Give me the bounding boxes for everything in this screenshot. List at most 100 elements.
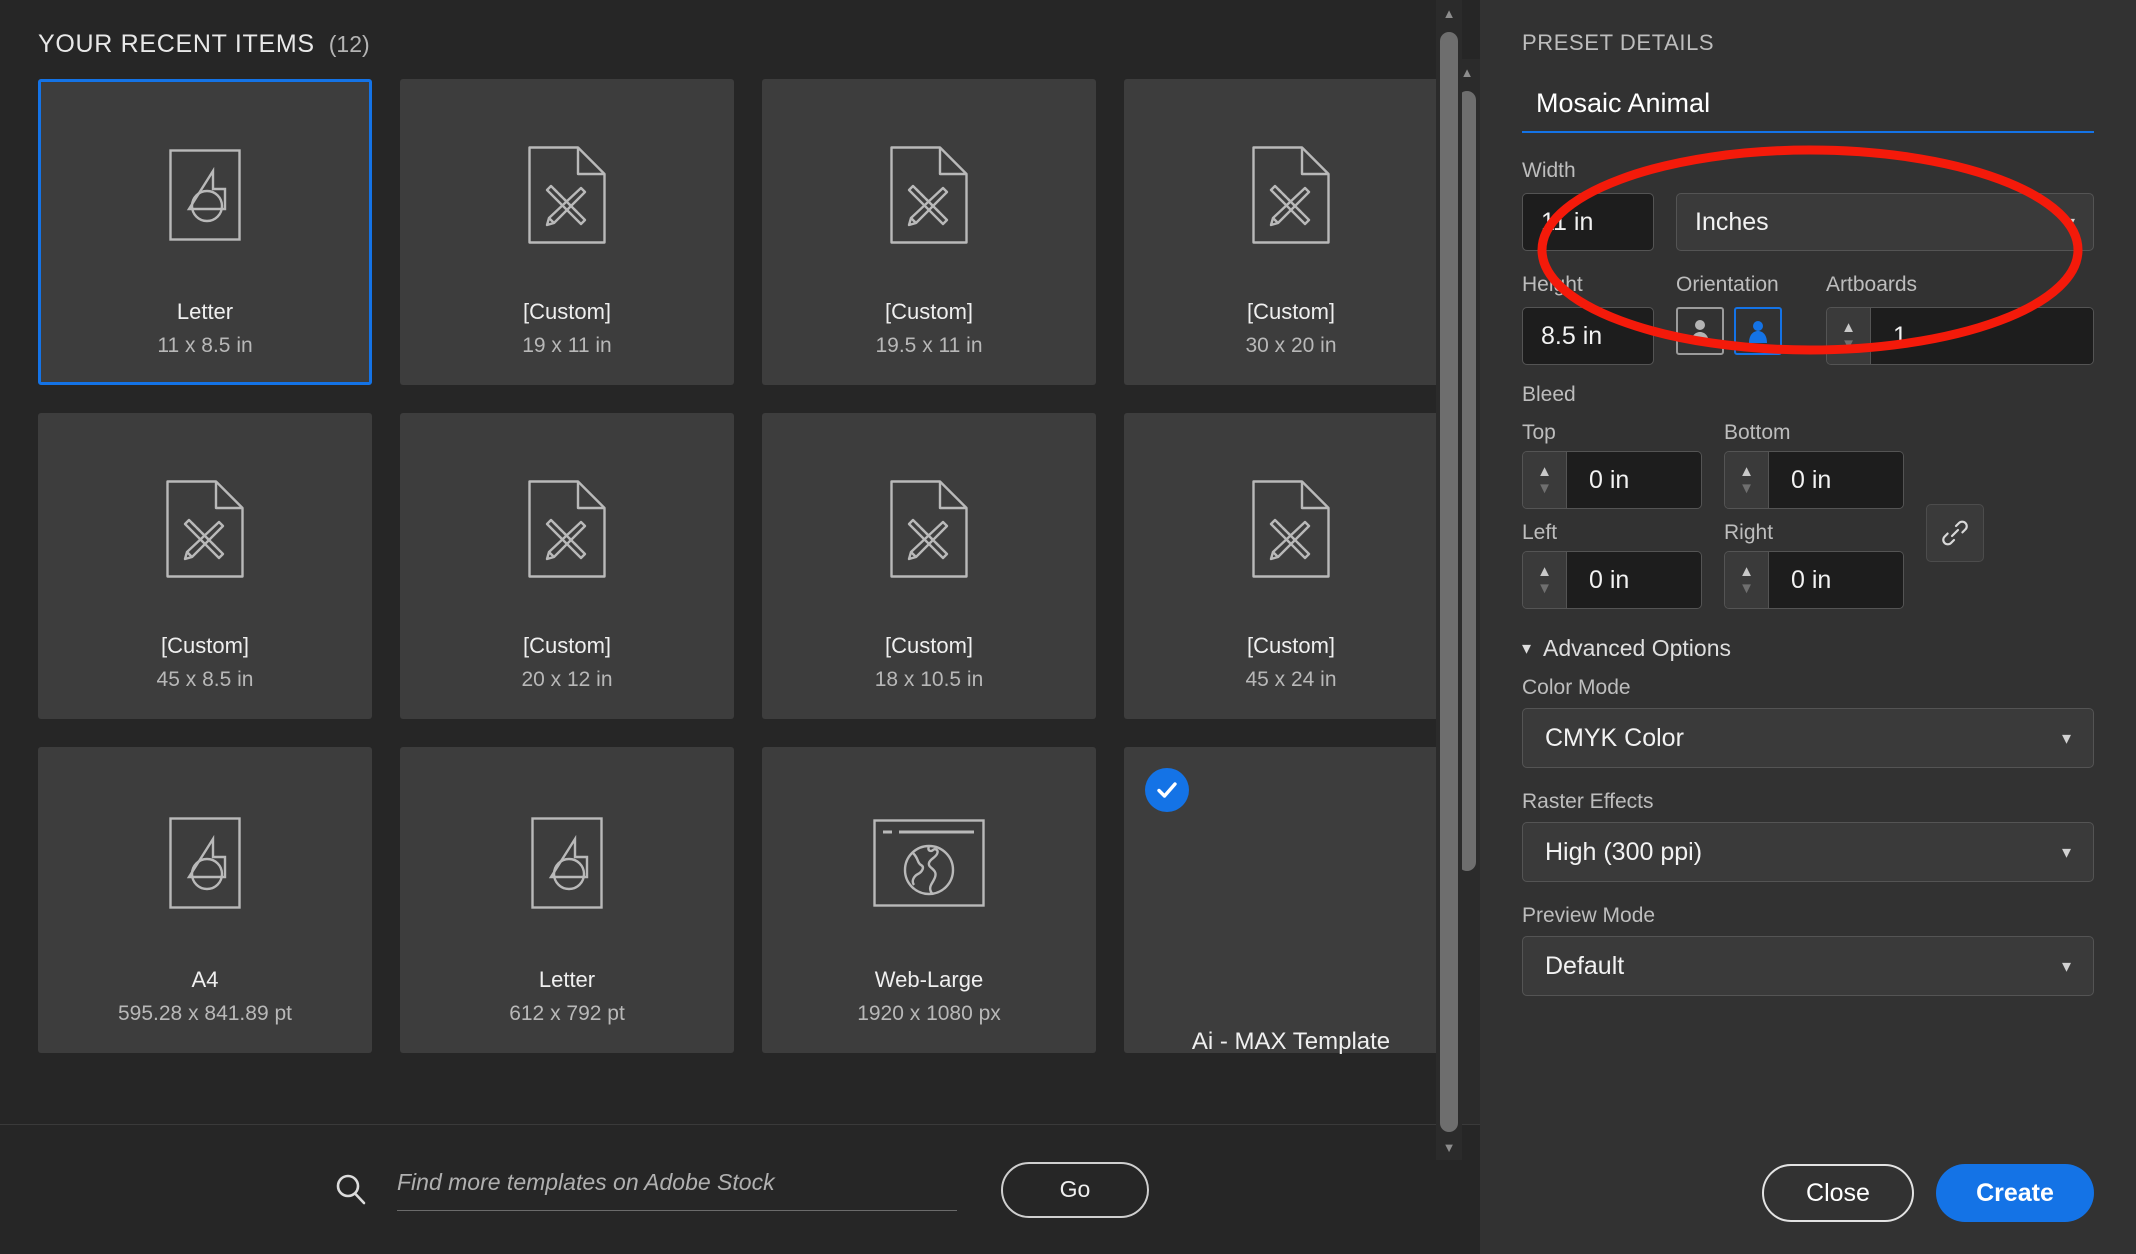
template-name: [Custom] xyxy=(1247,301,1335,323)
height-input[interactable]: 8.5 in xyxy=(1522,307,1654,365)
template-card[interactable]: [Custom]19.5 x 11 in xyxy=(762,79,1096,385)
template-card[interactable]: Letter 11 x 8.5 in xyxy=(38,79,372,385)
bleed-right-arrows[interactable]: ▲ ▼ xyxy=(1725,552,1769,608)
bleed-left-group: Left ▲ ▼ 0 in xyxy=(1522,521,1702,609)
preset-scrollbar-thumb[interactable] xyxy=(1440,32,1458,1132)
template-card[interactable]: [Custom]45 x 8.5 in xyxy=(38,413,372,719)
bleed-bottom-group: Bottom ▲ ▼ 0 in xyxy=(1724,421,1904,509)
bleed-left-stepper[interactable]: ▲ ▼ 0 in xyxy=(1522,551,1702,609)
template-card[interactable]: A4595.28 x 841.89 pt xyxy=(38,747,372,1053)
bleed-bottom-arrows[interactable]: ▲ ▼ xyxy=(1725,452,1769,508)
stepper-up-icon[interactable]: ▲ xyxy=(1841,319,1856,336)
color-mode-value: CMYK Color xyxy=(1545,724,1684,753)
browser-globe-icon xyxy=(765,750,1093,969)
stepper-up-icon[interactable]: ▲ xyxy=(1739,563,1754,580)
bleed-top-stepper[interactable]: ▲ ▼ 0 in xyxy=(1522,451,1702,509)
template-name: A4 xyxy=(192,969,219,991)
raster-effects-select[interactable]: High (300 ppi) ▾ xyxy=(1522,822,2094,882)
template-card[interactable]: [Custom] 18 x 10.5 in xyxy=(762,413,1096,719)
search-input[interactable] xyxy=(397,1169,957,1196)
bleed-top-input[interactable]: 0 in xyxy=(1567,452,1701,508)
preset-name-input[interactable] xyxy=(1536,88,2080,119)
artboards-stepper-arrows[interactable]: ▲ ▼ xyxy=(1827,308,1871,364)
landscape-orientation-icon[interactable] xyxy=(1734,307,1782,355)
preview-mode-group: Preview Mode Default ▾ xyxy=(1522,904,2094,996)
bleed-left-arrows[interactable]: ▲ ▼ xyxy=(1523,552,1567,608)
template-name: [Custom] xyxy=(885,635,973,657)
template-card[interactable]: [Custom]30 x 20 in xyxy=(1124,79,1458,385)
preview-mode-value: Default xyxy=(1545,952,1624,981)
template-dimensions: 18 x 10.5 in xyxy=(875,669,984,690)
raster-effects-label: Raster Effects xyxy=(1522,790,2094,814)
new-document-dialog: YOUR RECENT ITEMS (12) Letter 11 x 8.5 in… xyxy=(0,0,2136,1254)
units-select[interactable]: Inches ▾ xyxy=(1676,193,2094,251)
ruler-pencil-doc-icon xyxy=(765,416,1093,635)
create-button[interactable]: Create xyxy=(1936,1164,2094,1222)
template-name: [Custom] xyxy=(161,635,249,657)
ruler-pencil-doc-icon xyxy=(403,82,731,301)
template-dimensions: 19 x 11 in xyxy=(522,335,612,356)
recent-items-header: YOUR RECENT ITEMS (12) xyxy=(0,0,1480,59)
ruler-pencil-doc-icon xyxy=(1127,416,1455,635)
raster-effects-value: High (300 ppi) xyxy=(1545,838,1702,867)
template-name: Ai - MAX Template xyxy=(1127,1030,1455,1054)
advanced-options-toggle[interactable]: ▾ Advanced Options xyxy=(1522,635,2094,662)
template-dimensions: 1920 x 1080 px xyxy=(857,1003,1001,1024)
template-card[interactable]: [Custom]19 x 11 in xyxy=(400,79,734,385)
stepper-down-icon[interactable]: ▼ xyxy=(1537,480,1552,497)
template-card[interactable]: [Custom]45 x 24 in xyxy=(1124,413,1458,719)
templates-pane: YOUR RECENT ITEMS (12) Letter 11 x 8.5 in… xyxy=(0,0,1480,1254)
link-chain-icon[interactable] xyxy=(1926,504,1984,562)
go-button[interactable]: Go xyxy=(1001,1162,1149,1218)
bleed-bottom-input[interactable]: 0 in xyxy=(1769,452,1903,508)
width-group: Width 11 in Inches ▾ xyxy=(1522,159,2094,273)
artboards-input[interactable]: 1 xyxy=(1871,308,2093,364)
templates-scroll-area[interactable]: Letter11 x 8.5 in [Custom]19 x 11 in [Cu… xyxy=(0,59,1480,1124)
template-card[interactable]: Web-Large1920 x 1080 px xyxy=(762,747,1096,1053)
color-mode-group: Color Mode CMYK Color ▾ xyxy=(1522,676,2094,768)
stepper-down-icon[interactable]: ▼ xyxy=(1739,580,1754,597)
width-input[interactable]: 11 in xyxy=(1522,193,1654,251)
portrait-orientation-icon[interactable] xyxy=(1676,307,1724,355)
stepper-up-icon[interactable]: ▲ xyxy=(1537,463,1552,480)
template-dimensions: 45 x 24 in xyxy=(1245,669,1336,690)
template-card[interactable]: Letter612 x 792 pt xyxy=(400,747,734,1053)
preview-mode-select[interactable]: Default ▾ xyxy=(1522,936,2094,996)
template-name: Letter xyxy=(539,969,595,991)
stepper-up-icon[interactable]: ▲ xyxy=(1537,563,1552,580)
stepper-down-icon[interactable]: ▼ xyxy=(1739,480,1754,497)
template-grid: Letter11 x 8.5 in [Custom]19 x 11 in [Cu… xyxy=(38,79,1442,1053)
template-card[interactable]: Ai - MAX Template xyxy=(1124,747,1458,1053)
bleed-left-label: Left xyxy=(1522,521,1702,545)
template-card[interactable]: [Custom]20 x 12 in xyxy=(400,413,734,719)
bleed-right-input[interactable]: 0 in xyxy=(1769,552,1903,608)
preset-scroll-down-arrow-icon[interactable]: ▼ xyxy=(1436,1134,1462,1160)
bleed-right-stepper[interactable]: ▲ ▼ 0 in xyxy=(1724,551,1904,609)
template-dimensions: 11 x 8.5 in xyxy=(157,335,252,356)
stepper-up-icon[interactable]: ▲ xyxy=(1739,463,1754,480)
orientation-label: Orientation xyxy=(1676,273,1804,297)
close-button[interactable]: Close xyxy=(1762,1164,1914,1222)
preset-scroll-up-arrow-icon[interactable]: ▲ xyxy=(1436,0,1462,26)
preset-details-scrollbar[interactable]: ▲ ▼ xyxy=(1436,0,1462,1160)
stepper-down-icon[interactable]: ▼ xyxy=(1841,336,1856,353)
page-title: YOUR RECENT ITEMS xyxy=(38,30,315,59)
height-label: Height xyxy=(1522,273,1654,297)
bleed-top-arrows[interactable]: ▲ ▼ xyxy=(1523,452,1567,508)
preview-mode-label: Preview Mode xyxy=(1522,904,2094,928)
template-dimensions: 20 x 12 in xyxy=(521,669,612,690)
bleed-top-group: Top ▲ ▼ 0 in xyxy=(1522,421,1702,509)
chevron-down-icon: ▾ xyxy=(2066,213,2075,231)
stepper-down-icon[interactable]: ▼ xyxy=(1537,580,1552,597)
ruler-pencil-doc-icon xyxy=(765,82,1093,301)
artwork-doc-icon xyxy=(41,82,369,301)
template-name: Letter xyxy=(177,301,233,323)
color-mode-select[interactable]: CMYK Color ▾ xyxy=(1522,708,2094,768)
preset-scrollbar-track[interactable] xyxy=(1436,26,1462,1134)
bleed-left-input[interactable]: 0 in xyxy=(1567,552,1701,608)
chevron-down-icon: ▾ xyxy=(2062,843,2071,861)
bleed-bottom-stepper[interactable]: ▲ ▼ 0 in xyxy=(1724,451,1904,509)
bleed-right-group: Right ▲ ▼ 0 in xyxy=(1724,521,1904,609)
search-icon xyxy=(331,1170,371,1210)
artboards-stepper[interactable]: ▲ ▼ 1 xyxy=(1826,307,2094,365)
